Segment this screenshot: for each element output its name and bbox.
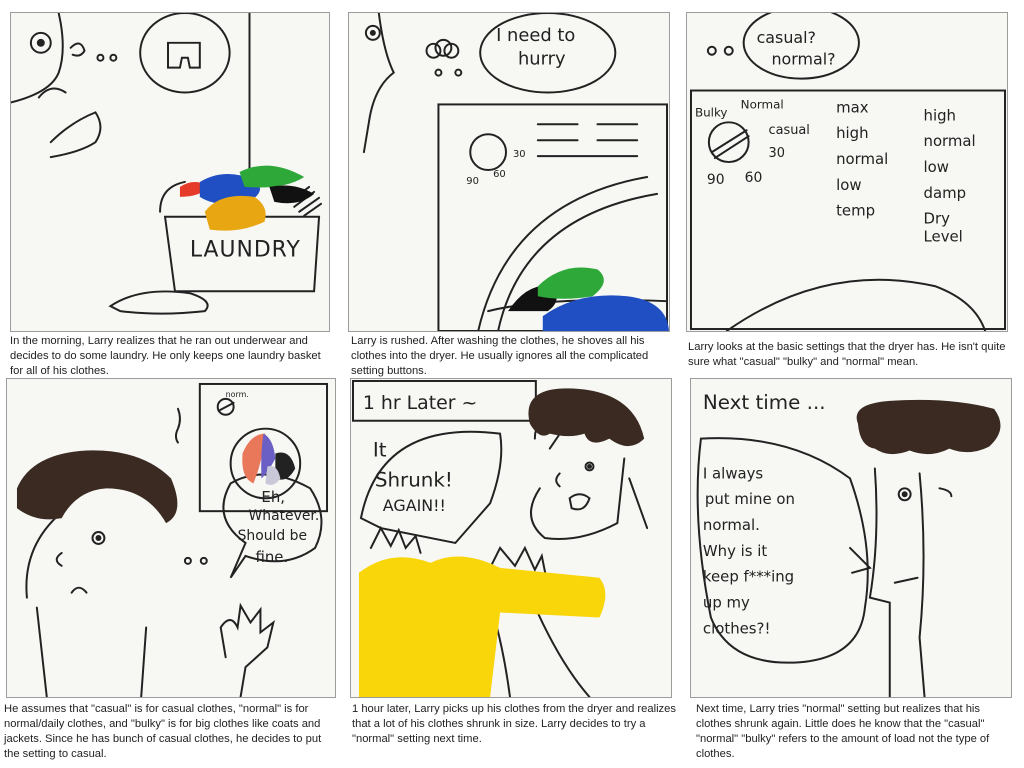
dial-90: 90: [466, 176, 479, 187]
bubble-line-2: hurry: [518, 49, 566, 70]
dryness-option: Dry: [924, 210, 951, 228]
speech-bubble-text: I always put mine on normal. Why is it keep …: [703, 464, 795, 637]
panel-3-drawing: casual? normal? Bulky Normal casual 30 9…: [689, 13, 1007, 331]
bubble-line-2: Whatever.: [249, 508, 320, 524]
caption-5: 1 hour later, Larry picks up his clothes…: [352, 703, 676, 745]
bulky-label: Bulky: [695, 105, 728, 119]
caption-6: Next time, Larry tries "normal" setting …: [696, 703, 990, 760]
panel-4-drawing: norm. Eh, Whatever. Should be fine.: [16, 382, 329, 697]
temp-option: high: [836, 124, 868, 142]
temp-option: normal: [836, 150, 888, 168]
thought-line-2: normal?: [771, 50, 835, 69]
bubble-line-3: AGAIN!!: [383, 496, 446, 515]
comic-panel-6: Next time ... I always put mine on normal.…: [690, 378, 1012, 698]
dryness-option: high: [924, 106, 956, 124]
panel-5-drawing: 1 hr Later ~ It Shrunk! AGAIN!!: [352, 379, 649, 697]
caption-3: Larry looks at the basic settings that t…: [688, 341, 1006, 368]
bubble-line: keep f***ing: [703, 568, 794, 586]
panel-1-drawing: LAUNDRY: [11, 13, 323, 315]
heading-next-time: Next time ...: [703, 391, 826, 414]
comic-panel-2: I need to hurry 30 60 90: [348, 12, 670, 332]
bubble-line: put mine on: [705, 490, 795, 508]
time-box: 1 hr Later ~: [363, 392, 477, 414]
caption-1: In the morning, Larry realizes that he r…: [10, 335, 321, 377]
bubble-line-3: Should be: [238, 528, 307, 544]
bubble-line-1: Eh,: [261, 488, 285, 506]
bubble-line-2: Shrunk!: [375, 468, 453, 491]
temp-option: temp: [836, 202, 875, 220]
normal-label: Normal: [741, 97, 784, 111]
caption-2: Larry is rushed. After washing the cloth…: [351, 335, 649, 377]
label-60: 60: [745, 170, 763, 186]
bubble-line: Why is it: [703, 542, 767, 560]
bubble-line-1: I need to: [496, 25, 575, 46]
thought-line-1: casual?: [757, 28, 816, 47]
comic-panel-5: 1 hr Later ~ It Shrunk! AGAIN!!: [350, 378, 672, 698]
label-90: 90: [707, 172, 725, 188]
bubble-line-4: fine.: [255, 548, 288, 566]
dryness-option: low: [924, 158, 949, 176]
comic-panel-3: casual? normal? Bulky Normal casual 30 9…: [686, 12, 1008, 332]
temp-options: max high normal low temp: [836, 98, 888, 219]
dryness-option: damp: [924, 184, 967, 202]
dial-60: 60: [493, 169, 506, 180]
dial-label: norm.: [226, 390, 249, 399]
bubble-line-1: It: [373, 439, 387, 462]
comic-panel-4: norm. Eh, Whatever. Should be fine.: [6, 378, 336, 698]
dryness-option: normal: [924, 132, 976, 150]
bubble-line: normal.: [703, 516, 760, 534]
temp-option: low: [836, 176, 861, 194]
panel-2-drawing: I need to hurry 30 60 90: [362, 13, 669, 331]
caption-4: He assumes that "casual" is for casual c…: [4, 703, 322, 760]
bubble-line: clothes?!: [703, 619, 771, 637]
dial-30: 30: [513, 149, 526, 160]
bubble-line: up my: [703, 594, 750, 612]
basket-label: LAUNDRY: [190, 237, 301, 262]
comic-panel-1: LAUNDRY: [10, 12, 330, 332]
bubble-line: I always: [703, 464, 764, 482]
label-30: 30: [768, 146, 784, 161]
dryness-option: Level: [924, 228, 963, 246]
temp-option: max: [836, 98, 869, 116]
dryness-options: high normal low damp DryLevel: [924, 106, 976, 245]
casual-label: casual: [768, 123, 809, 138]
panel-6-drawing: Next time ... I always put mine on normal.…: [696, 391, 1001, 697]
